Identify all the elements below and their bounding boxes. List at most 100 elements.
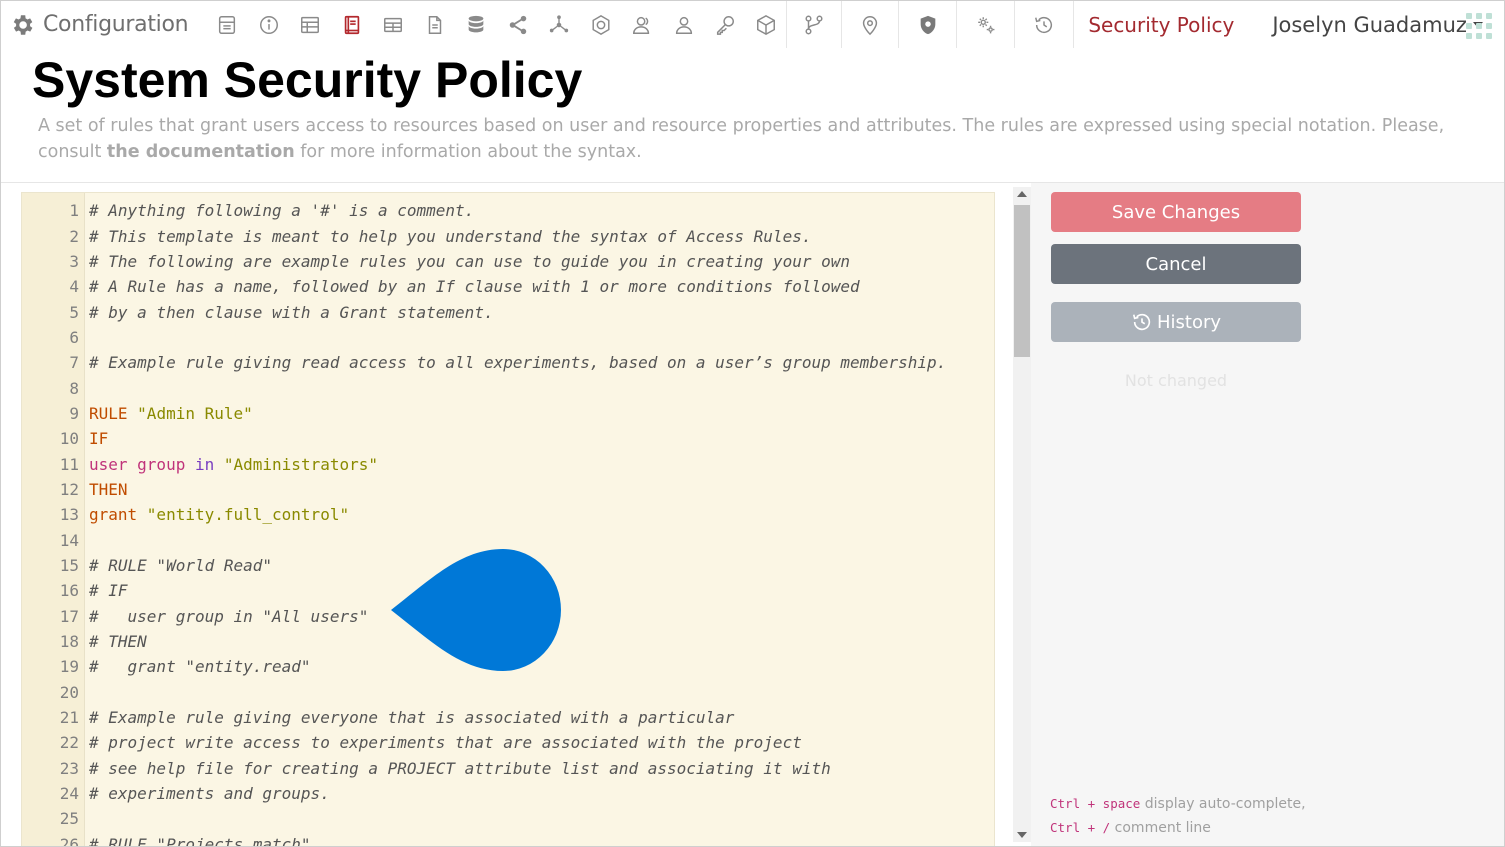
code-line[interactable]: 22 # project write access to experiments … <box>22 730 994 755</box>
current-section-label[interactable]: Security Policy <box>1073 1 1248 48</box>
settings-cogs-icon[interactable] <box>957 1 1016 48</box>
database-icon[interactable] <box>455 1 497 48</box>
info-icon[interactable] <box>248 1 290 48</box>
code-line[interactable]: 13 grant "entity.full_control" <box>22 502 994 527</box>
line-number: 5 <box>69 302 79 322</box>
documentation-link[interactable]: the documentation <box>107 142 295 162</box>
code-token: THEN <box>89 479 128 499</box>
code-line[interactable]: 23 # see help file for creating a PROJECT… <box>22 756 994 781</box>
code-line[interactable]: 5 # by a then clause with a Grant stateme… <box>22 299 994 324</box>
app-window: Configuration Security Policy Joselyn Gu… <box>0 0 1505 847</box>
code-line[interactable]: 24 # experiments and groups. <box>22 781 994 806</box>
line-text: # RULE "World Read" <box>89 555 273 575</box>
cube-icon[interactable] <box>746 1 788 48</box>
line-number: 10 <box>59 429 79 449</box>
network-icon[interactable] <box>538 1 580 48</box>
history-icon <box>1132 313 1151 331</box>
code-line[interactable]: 20 <box>22 680 994 705</box>
hint-text: comment line <box>1110 820 1211 836</box>
code-line[interactable]: 1 # Anything following a '#' is a comment… <box>22 198 994 223</box>
line-number: 21 <box>59 708 79 728</box>
status-text: Not changed <box>1124 371 1228 390</box>
line-number: 6 <box>69 327 79 347</box>
code-line[interactable]: 26 # RULE "Projects match" <box>22 832 994 847</box>
code-token: grant <box>89 505 147 525</box>
code-line[interactable]: 10 IF <box>22 426 994 451</box>
cancel-button[interactable]: Cancel <box>1051 244 1301 284</box>
shield-icon[interactable] <box>899 1 958 48</box>
line-number: 20 <box>59 682 79 702</box>
document-icon[interactable] <box>414 1 456 48</box>
line-text: # RULE "Projects match" <box>89 834 311 847</box>
line-text: # by a then clause with a Grant statemen… <box>89 302 494 322</box>
code-token: user group <box>89 454 195 474</box>
scrollbar-thumb[interactable] <box>1014 205 1030 357</box>
page-description: A set of rules that grant users access t… <box>38 113 1458 165</box>
line-text: # grant "entity.read" <box>89 657 311 677</box>
line-text: # A Rule has a name, followed by an If c… <box>89 277 860 297</box>
book-icon[interactable] <box>331 1 373 48</box>
code-line[interactable]: 12 THEN <box>22 477 994 502</box>
cd-icon[interactable] <box>580 1 622 48</box>
line-text: # IF <box>89 581 128 601</box>
code-line[interactable]: 11 user group in "Administrators" <box>22 451 994 476</box>
line-text: # This template is meant to help you und… <box>89 226 812 246</box>
code-line[interactable]: 21 # Example rule giving everyone that is… <box>22 705 994 730</box>
apps-grid-icon[interactable] <box>1466 13 1492 39</box>
code-line[interactable]: 8 <box>22 375 994 400</box>
code-token: IF <box>89 429 109 449</box>
key-icon[interactable] <box>704 1 746 48</box>
branch-icon[interactable] <box>787 1 843 48</box>
code-token: "Admin Rule" <box>137 403 253 423</box>
line-text: IF <box>89 429 108 448</box>
table-icon[interactable] <box>289 1 331 48</box>
page-title: System Security Policy <box>32 52 583 108</box>
scroll-down-icon[interactable] <box>1017 832 1027 838</box>
line-number: 18 <box>59 632 79 652</box>
code-line[interactable]: 3 # The following are example rules you c… <box>22 249 994 274</box>
code-line[interactable]: 9 RULE "Admin Rule" <box>22 401 994 426</box>
line-number: 7 <box>69 353 79 373</box>
user-menu[interactable]: Joselyn Guadamuz <box>1272 13 1483 37</box>
code-token: in <box>194 454 224 474</box>
scroll-up-icon[interactable] <box>1017 191 1027 197</box>
line-number: 19 <box>59 657 79 677</box>
save-changes-button[interactable]: Save Changes <box>1051 192 1301 232</box>
user-icon[interactable] <box>663 1 705 48</box>
code-editor[interactable]: 1 # Anything following a '#' is a comment… <box>21 192 995 847</box>
gear-icon <box>13 14 33 35</box>
line-number: 25 <box>59 809 79 829</box>
editor-scrollbar[interactable] <box>1013 187 1031 842</box>
brand[interactable]: Configuration <box>1 1 189 48</box>
line-text: THEN <box>89 480 128 499</box>
code-line[interactable]: 7 # Example rule giving read access to al… <box>22 350 994 375</box>
line-number: 3 <box>69 251 79 271</box>
history-button-label: History <box>1156 311 1222 333</box>
line-text: # user group in "All users" <box>89 606 369 626</box>
code-line[interactable]: 4 # A Rule has a name, followed by an If … <box>22 274 994 299</box>
user-name: Joselyn Guadamuz <box>1272 12 1467 37</box>
line-number: 16 <box>59 581 79 601</box>
line-text: # experiments and groups. <box>89 784 330 804</box>
code-line[interactable]: 25 <box>22 806 994 831</box>
code-line[interactable]: 6 <box>22 325 994 350</box>
line-number: 9 <box>69 403 79 423</box>
shortcut-comment: Ctrl + / <box>1050 820 1111 835</box>
code-lines[interactable]: 1 # Anything following a '#' is a comment… <box>22 198 994 847</box>
code-line[interactable]: 2 # This template is meant to help you un… <box>22 223 994 248</box>
grid-icon[interactable] <box>372 1 414 48</box>
history-button[interactable]: History <box>1051 302 1301 342</box>
code-token: "entity.full_control" <box>146 505 350 525</box>
keyboard-hint: Ctrl + space display auto-complete, Ctrl… <box>1050 792 1320 840</box>
history-icon[interactable] <box>1015 1 1073 48</box>
line-number: 26 <box>59 834 79 847</box>
top-nav: Configuration Security Policy Joselyn Gu… <box>1 1 1504 48</box>
share-icon[interactable] <box>497 1 539 48</box>
line-text: # THEN <box>89 632 147 652</box>
brand-label: Configuration <box>43 12 189 37</box>
dashboard-icon[interactable] <box>206 1 248 48</box>
line-number: 2 <box>69 226 79 246</box>
description-text-end: for more information about the syntax. <box>294 142 642 162</box>
location-pin-icon[interactable] <box>842 1 900 48</box>
user-group-icon[interactable] <box>621 1 663 48</box>
